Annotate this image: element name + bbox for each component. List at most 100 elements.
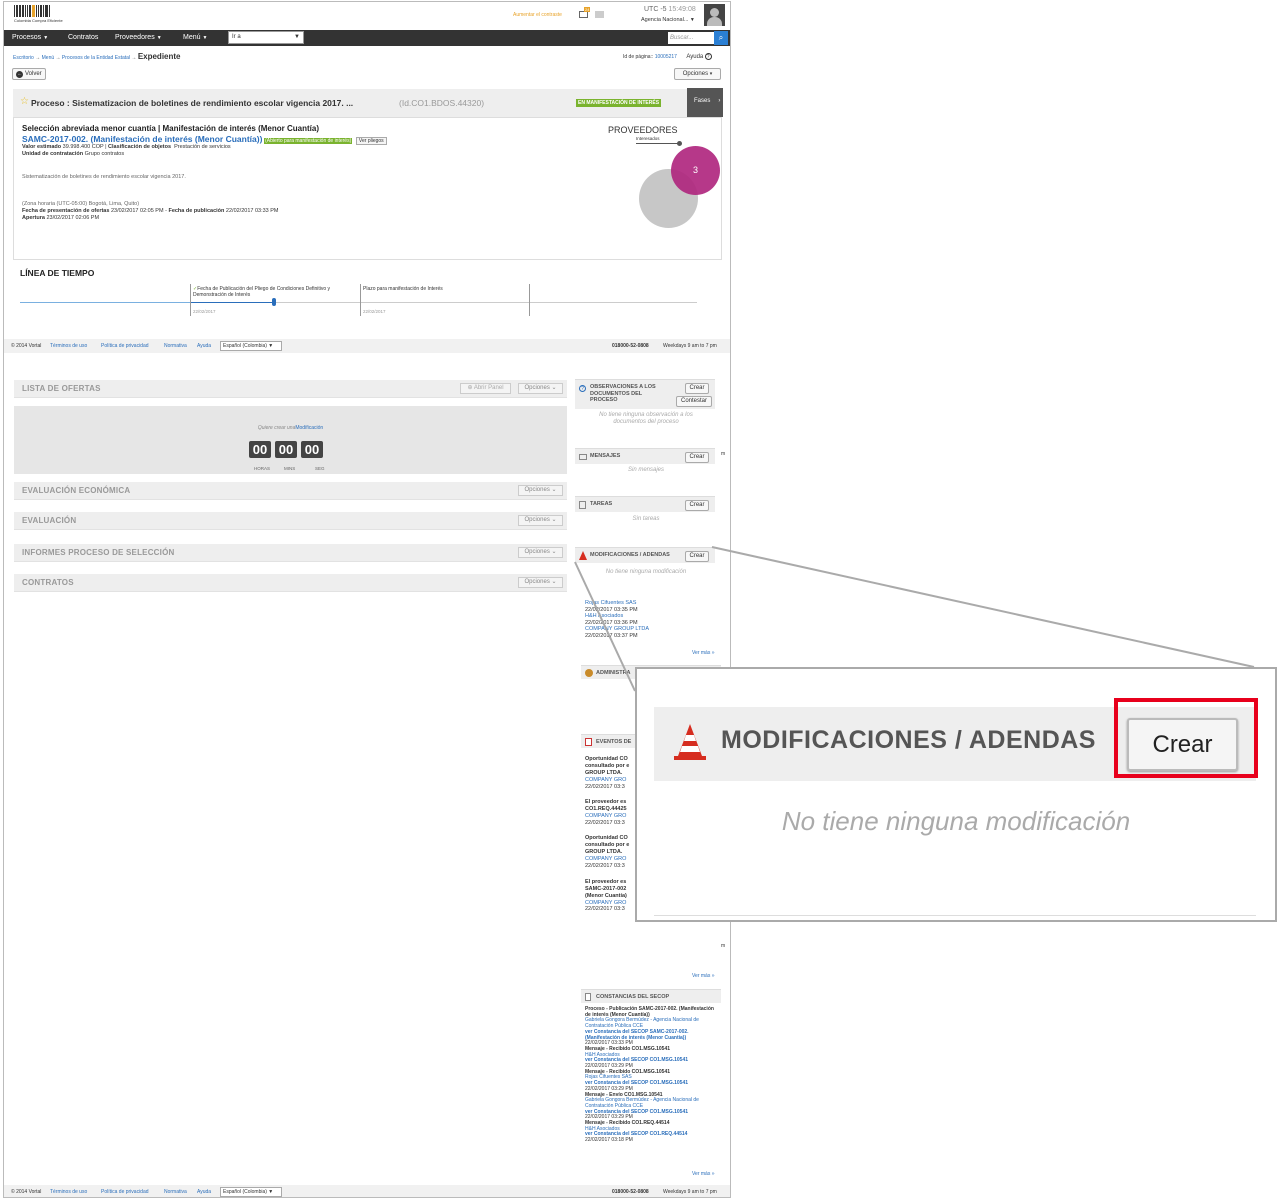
goto-select[interactable]: Ir a ▼ xyxy=(228,31,304,44)
nav-procesos[interactable]: Procesos ▼ xyxy=(12,30,48,46)
open-panel-button[interactable]: ⊕ Abrir Panel xyxy=(460,383,511,394)
selection-reports-options[interactable]: Opciones ⌄ xyxy=(518,547,563,558)
offers-panel-header[interactable]: LISTA DE OFERTAS ⊕ Abrir Panel Opciones … xyxy=(14,380,567,398)
footer-privacy-link[interactable]: Política de privacidad xyxy=(101,1185,149,1197)
footer-help-link[interactable]: Ayuda xyxy=(197,339,211,353)
providers-title: PROVEEDORES xyxy=(608,125,678,135)
plus-circle-icon: ⊕ xyxy=(467,385,473,391)
user-avatar[interactable] xyxy=(704,4,725,26)
nav-proveedores[interactable]: Proveedores ▼ xyxy=(115,30,162,46)
tasks-create-button[interactable]: Crear xyxy=(685,500,709,511)
interested-date: 22/02/2017 03:35 PM xyxy=(585,606,638,613)
nav-menu[interactable]: Menú ▼ xyxy=(183,30,207,46)
status-badge: EN MANIFESTACIÓN DE INTERÉS xyxy=(576,99,662,107)
observations-reply-button[interactable]: Contestar xyxy=(676,396,712,407)
chevron-down-icon: ▼ xyxy=(294,34,300,40)
back-button[interactable]: ← Volver xyxy=(12,68,46,80)
classification-value: Prestación de servicios xyxy=(174,144,231,150)
app-window: Colombia Compra Eficiente Aumentar el co… xyxy=(3,1,731,1198)
event-link[interactable]: COMPANY GRO xyxy=(585,777,637,784)
language-select[interactable]: Español (Colombia) ▼ xyxy=(220,341,282,351)
interested-name[interactable]: COMPANY GROUP LTDA xyxy=(585,626,649,633)
nav-contratos[interactable]: Contratos xyxy=(68,30,98,46)
search-input[interactable]: Buscar... xyxy=(668,32,714,44)
contrast-link[interactable]: Aumentar el contraste xyxy=(513,12,562,18)
page-id-link[interactable]: 10005217 xyxy=(655,54,677,60)
traffic-cone-icon xyxy=(674,724,706,760)
event-link[interactable]: COMPANY GRO xyxy=(585,900,637,907)
people-icon xyxy=(585,669,593,677)
help-icon[interactable]: ? xyxy=(704,53,712,60)
process-reference[interactable]: SAMC-2017-002. (Manifestación de interés… xyxy=(22,134,262,144)
breadcrumb-menu[interactable]: Menú xyxy=(42,55,55,61)
timezone: (Zona horaria (UTC-05:00) Bogotá, Lima, … xyxy=(22,201,140,207)
timeline-title: LÍNEA DE TIEMPO xyxy=(20,268,95,278)
event-link[interactable]: COMPANY GRO xyxy=(585,813,637,820)
notification-badge: 24 xyxy=(584,7,591,12)
support-phone: 018000-52-0808 xyxy=(612,343,649,349)
evaluation-options[interactable]: Opciones ⌄ xyxy=(518,515,563,526)
mail-icon[interactable]: 24 xyxy=(579,7,591,18)
event-date: 22/02/2017 03:3 xyxy=(585,783,625,790)
offers-options-button[interactable]: Opciones ⌄ xyxy=(518,383,563,394)
secop-line[interactable]: Gabriela Gongora Bermúdez - Agencia Naci… xyxy=(585,1097,721,1109)
footer-normative-link[interactable]: Normativa xyxy=(164,1185,187,1197)
help-link[interactable]: Ayuda xyxy=(686,54,703,60)
interested-name[interactable]: Rojas Cifuentes SAS xyxy=(585,600,649,607)
see-more-link[interactable]: Ver más » xyxy=(692,650,715,656)
timeline-progress-current xyxy=(190,302,274,303)
contracts-options[interactable]: Opciones ⌄ xyxy=(518,577,563,588)
page-id-label: Id de página:: xyxy=(623,54,654,60)
interested-name[interactable]: H&H Asociados xyxy=(585,613,649,620)
countdown-secs-label: SEG xyxy=(315,466,325,471)
event-text: Oportunidad CO consultado por e GROUP LT… xyxy=(585,756,630,776)
tasks-empty: Sin tareas xyxy=(632,516,660,522)
evaluation-panel[interactable]: EVALUACIÓN Opciones ⌄ xyxy=(14,512,567,530)
see-more-link[interactable]: Ver más » xyxy=(692,1171,715,1177)
value-label: Valor estimado xyxy=(22,144,62,150)
modifications-create-button[interactable]: Crear xyxy=(685,551,709,562)
observations-create-button[interactable]: Crear xyxy=(685,383,709,394)
observations-title: OBSERVACIONES A LOS DOCUMENTOS DEL PROCE… xyxy=(590,384,656,403)
selection-reports-panel[interactable]: INFORMES PROCESO DE SELECCIÓN Opciones ⌄ xyxy=(14,544,567,562)
options-button-label: Opciones xyxy=(682,71,709,77)
contracts-panel[interactable]: CONTRATOS Opciones ⌄ xyxy=(14,574,567,592)
timeline-current-handle[interactable] xyxy=(272,298,276,306)
footer-help-link[interactable]: Ayuda xyxy=(197,1185,211,1197)
create-modification-link[interactable]: Modificación xyxy=(295,425,323,431)
countdown-secs: 00 xyxy=(301,441,323,458)
footer-terms-link[interactable]: Términos de uso xyxy=(50,1185,87,1197)
search-icon[interactable]: ⌕ xyxy=(714,31,728,45)
event-date: 22/02/2017 03:3 xyxy=(585,819,625,826)
footer-normative-link[interactable]: Normativa xyxy=(164,339,187,353)
colombia-compra-logo[interactable]: Colombia Compra Eficiente xyxy=(14,5,63,25)
events-list: Oportunidad CO consultado por e GROUP LT… xyxy=(585,756,637,913)
agency-selector[interactable]: Agencia Nacional... ▼ xyxy=(641,17,695,23)
countdown-mins-label: MINS xyxy=(284,466,296,471)
callout-create-button[interactable]: Crear xyxy=(1127,718,1238,771)
phases-button[interactable]: Fases › xyxy=(687,88,723,117)
process-header: ☆ Proceso : Sistematizacion de boletines… xyxy=(13,88,723,117)
events-title: EVENTOS DE xyxy=(596,739,632,745)
economic-evaluation-options[interactable]: Opciones ⌄ xyxy=(518,485,563,496)
folder-icon[interactable] xyxy=(595,11,604,18)
breadcrumb-procesos[interactable]: Procesos de la Entidad Estatal xyxy=(62,55,130,61)
phases-label: Fases xyxy=(694,98,711,104)
open-panel-label: Abrir Panel xyxy=(473,385,504,391)
event-link[interactable]: COMPANY GRO xyxy=(585,856,637,863)
open-status-badge: (Abierto para manifestación de interés) xyxy=(264,138,353,144)
providers-legend-label: Interesados xyxy=(636,136,660,141)
breadcrumb-escritorio[interactable]: Escritorio xyxy=(13,55,34,61)
providers-bubble-interested[interactable]: 3 xyxy=(671,146,720,195)
messages-create-button[interactable]: Crear xyxy=(685,452,709,463)
footer-privacy-link[interactable]: Política de privacidad xyxy=(101,339,149,353)
footer-terms-link[interactable]: Términos de uso xyxy=(50,339,87,353)
favorite-star-icon[interactable]: ☆ xyxy=(20,96,29,107)
see-more-link[interactable]: Ver más » xyxy=(692,973,715,979)
view-terms-button[interactable]: Ver pliegos xyxy=(355,137,387,145)
economic-evaluation-panel[interactable]: EVALUACIÓN ECONÓMICA Opciones ⌄ xyxy=(14,482,567,500)
options-button[interactable]: Opciones ▾ xyxy=(674,68,721,80)
unit-value: Grupo contratos xyxy=(84,151,125,157)
modifications-header: MODIFICACIONES / ADENDAS Crear xyxy=(575,547,715,563)
language-select[interactable]: Español (Colombia) ▼ xyxy=(220,1187,282,1197)
